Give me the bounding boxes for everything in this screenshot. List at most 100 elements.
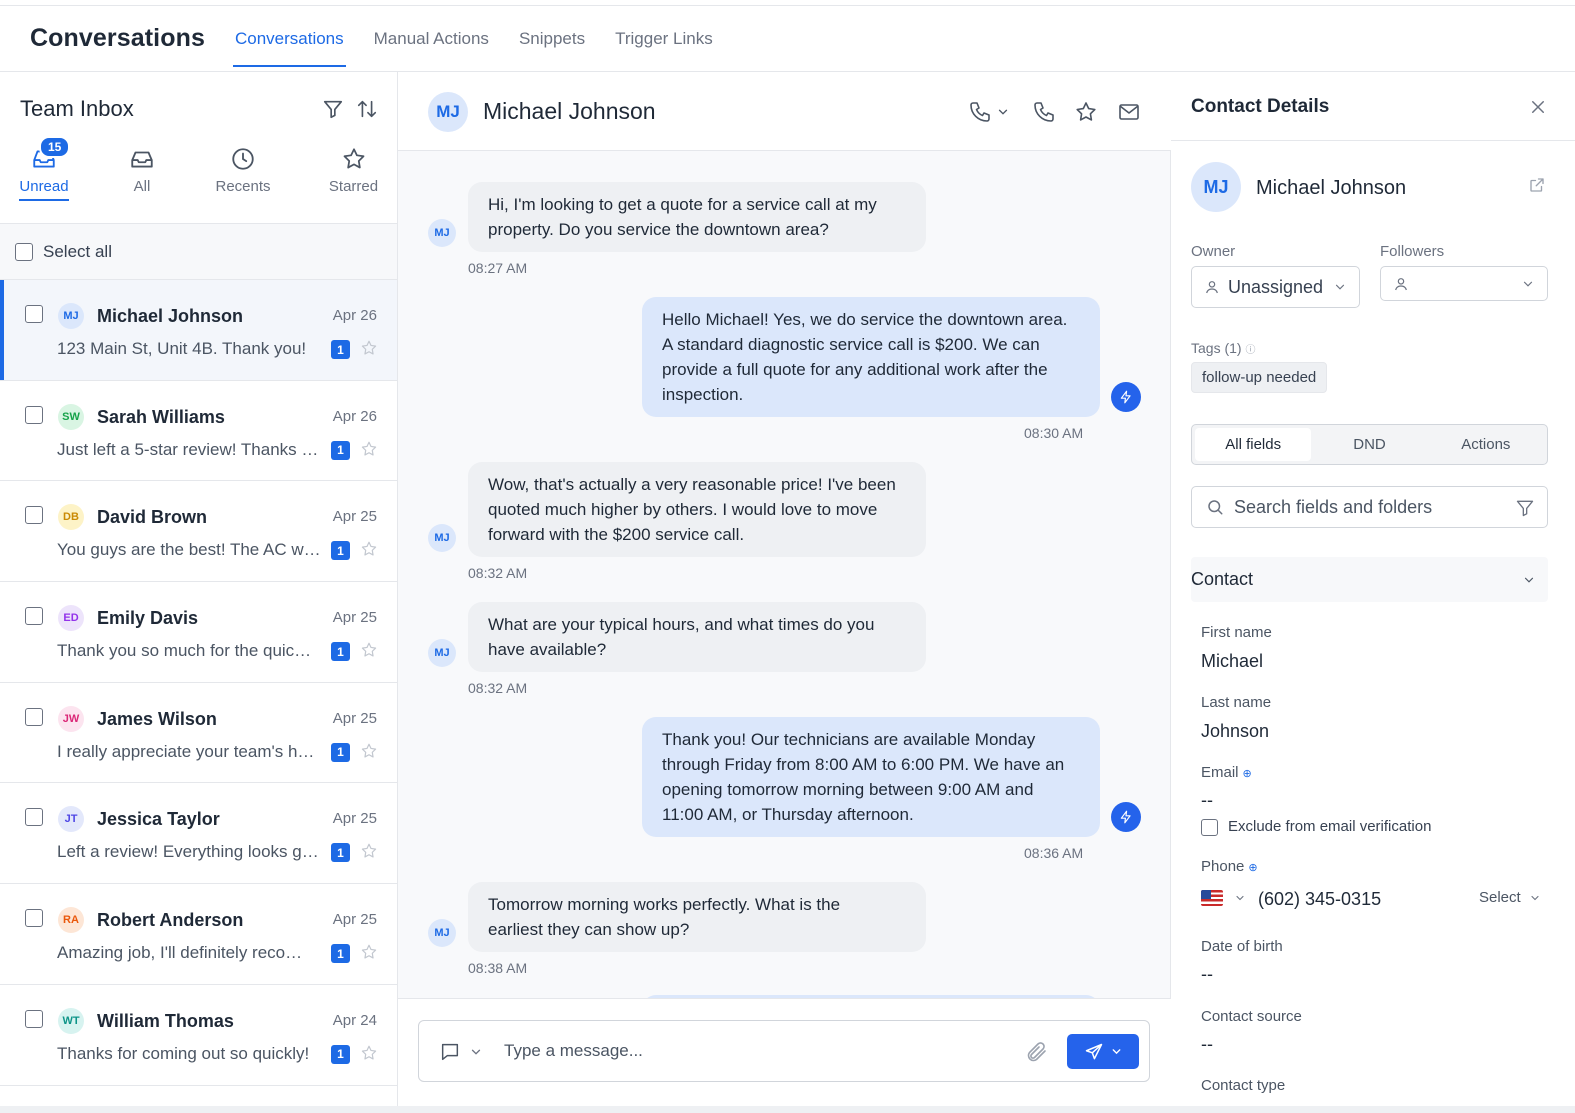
sort-icon[interactable] bbox=[356, 98, 378, 120]
chevron-down-icon bbox=[1523, 281, 1533, 287]
chevron-down-icon[interactable] bbox=[996, 105, 1010, 119]
star-icon[interactable] bbox=[360, 339, 378, 357]
phone-type-select[interactable]: Select bbox=[1479, 889, 1541, 906]
conversation-checkbox[interactable] bbox=[25, 1009, 43, 1028]
conversation-item[interactable]: JT Jessica Taylor Apr 25 Left a review! Eve… bbox=[0, 783, 397, 885]
message-input[interactable]: Type a message... bbox=[504, 1041, 643, 1061]
filter-icon[interactable] bbox=[1515, 498, 1535, 518]
add-icon: ⊕ bbox=[1248, 862, 1258, 874]
conversation-item[interactable]: ED Emily Davis Apr 25 Thank you so much for… bbox=[0, 582, 397, 683]
conversation-name: Sarah Williams bbox=[97, 406, 225, 427]
phone-dropdown-icon[interactable] bbox=[968, 100, 992, 124]
conversation-checkbox[interactable] bbox=[25, 305, 43, 323]
tab-manual-actions[interactable]: Manual Actions bbox=[358, 6, 503, 72]
star-icon[interactable] bbox=[360, 641, 378, 659]
automation-bolt-icon[interactable] bbox=[1111, 382, 1141, 412]
conversation-item[interactable]: DB David Brown Apr 25 You guys are the best… bbox=[0, 481, 397, 583]
email-value[interactable]: -- bbox=[1201, 790, 1213, 811]
us-flag-icon[interactable] bbox=[1201, 890, 1223, 906]
email-label: Email ⊕ bbox=[1201, 764, 1252, 781]
inbox-tray-icon bbox=[131, 151, 153, 168]
filter-recents[interactable]: Recents bbox=[212, 146, 274, 195]
contact-source-value[interactable]: -- bbox=[1201, 1034, 1213, 1055]
message-line: forward with the $200 service call. bbox=[488, 525, 745, 544]
paperclip-icon[interactable] bbox=[1025, 1040, 1049, 1064]
message-composer: Type a message... bbox=[418, 1020, 1150, 1082]
filter-icon[interactable] bbox=[322, 98, 344, 120]
filter-unread[interactable]: 15 Unread bbox=[19, 136, 71, 201]
message-line: Tomorrow morning works perfectly. What i… bbox=[488, 895, 841, 914]
tab-conversations[interactable]: Conversations bbox=[219, 6, 358, 72]
send-button[interactable] bbox=[1067, 1034, 1139, 1069]
star-icon[interactable] bbox=[360, 540, 378, 558]
unread-badge: 1 bbox=[331, 440, 350, 460]
segment-dnd[interactable]: DND bbox=[1311, 428, 1427, 461]
contact-avatar: MJ bbox=[1191, 162, 1241, 212]
contact-name: Michael Johnson bbox=[1256, 177, 1407, 199]
last-name-label: Last name bbox=[1201, 694, 1272, 711]
filter-all[interactable]: All bbox=[120, 146, 164, 195]
first-name-label: First name bbox=[1201, 624, 1272, 641]
tab-snippets[interactable]: Snippets bbox=[503, 6, 599, 72]
message-type-icon[interactable] bbox=[439, 1041, 461, 1063]
filter-starred[interactable]: Starred bbox=[325, 146, 382, 195]
star-icon[interactable] bbox=[360, 1044, 378, 1062]
unread-badge: 1 bbox=[331, 642, 350, 662]
tags-label: Tags (1) ⓘ bbox=[1191, 340, 1256, 356]
star-icon[interactable] bbox=[1074, 100, 1098, 124]
chevron-down-icon[interactable] bbox=[1234, 892, 1246, 904]
conversation-item[interactable]: RA Robert Anderson Apr 25 Amazing job, I'll… bbox=[0, 884, 397, 985]
followers-select[interactable] bbox=[1380, 266, 1548, 301]
star-icon[interactable] bbox=[360, 440, 378, 458]
close-icon[interactable] bbox=[1529, 98, 1547, 116]
conversation-checkbox[interactable] bbox=[25, 607, 43, 626]
conversation-checkbox[interactable] bbox=[25, 506, 43, 525]
conversation-name: Emily Davis bbox=[97, 608, 199, 629]
conversation-item[interactable]: SW Sarah Williams Apr 26 Just left a 5-star… bbox=[0, 381, 397, 482]
message-line: earliest they can show up? bbox=[488, 920, 690, 939]
avatar: MJ bbox=[428, 639, 456, 667]
unread-badge: 1 bbox=[331, 742, 350, 762]
unread-count-badge: 15 bbox=[39, 136, 71, 158]
fields-search-input[interactable]: Search fields and folders bbox=[1191, 486, 1548, 528]
segment-actions[interactable]: Actions bbox=[1428, 428, 1544, 461]
last-name-value[interactable]: Johnson bbox=[1201, 721, 1269, 742]
tag-chip[interactable]: follow-up needed bbox=[1191, 362, 1328, 393]
segment-all-fields[interactable]: All fields bbox=[1195, 428, 1312, 461]
conversation-item[interactable]: WT William Thomas Apr 24 Thanks for coming … bbox=[0, 985, 397, 1086]
star-icon[interactable] bbox=[360, 742, 378, 760]
conversation-checkbox[interactable] bbox=[25, 707, 43, 726]
clock-icon bbox=[232, 148, 254, 170]
contact-section-header[interactable]: Contact bbox=[1191, 557, 1548, 602]
call-icon[interactable] bbox=[1032, 100, 1056, 124]
unread-badge: 1 bbox=[331, 1044, 350, 1064]
conversation-item[interactable]: MJ Michael Johnson Apr 26 123 Main St, Unit… bbox=[0, 280, 397, 381]
first-name-value[interactable]: Michael bbox=[1201, 651, 1263, 672]
conversation-preview: Thanks for coming out so quickly! bbox=[57, 1043, 310, 1063]
dob-value[interactable]: -- bbox=[1201, 964, 1213, 985]
message-line: Thank you! Our technicians are available… bbox=[662, 730, 1036, 749]
incoming-message: Hi, I'm looking to get a quote for a ser… bbox=[468, 182, 926, 252]
conversation-checkbox[interactable] bbox=[25, 405, 43, 424]
tab-trigger-links[interactable]: Trigger Links bbox=[599, 6, 727, 72]
filter-starred-label: Starred bbox=[328, 178, 379, 195]
exclude-email-checkbox[interactable] bbox=[1201, 819, 1218, 836]
contact-details-title: Contact Details bbox=[1191, 96, 1330, 117]
phone-value[interactable]: (602) 345-0315 bbox=[1258, 889, 1381, 910]
search-icon bbox=[1208, 500, 1223, 515]
owner-select[interactable]: Unassigned bbox=[1191, 266, 1360, 308]
conversation-preview: Left a review! Everything looks g… bbox=[57, 842, 319, 862]
star-icon[interactable] bbox=[360, 842, 378, 860]
mail-icon[interactable] bbox=[1117, 100, 1141, 124]
conversation-checkbox[interactable] bbox=[25, 808, 43, 827]
conversation-item[interactable]: JW James Wilson Apr 25 I really appreciate … bbox=[0, 683, 397, 784]
conversation-date: Apr 25 bbox=[332, 609, 377, 627]
send-icon bbox=[1085, 1043, 1102, 1059]
conversation-checkbox[interactable] bbox=[25, 909, 43, 928]
external-link-icon[interactable] bbox=[1528, 176, 1546, 194]
chevron-down-icon[interactable] bbox=[469, 1045, 483, 1059]
automation-bolt-icon[interactable] bbox=[1111, 802, 1141, 832]
select-all-checkbox[interactable] bbox=[15, 242, 33, 261]
star-icon[interactable] bbox=[360, 943, 378, 961]
conversation-date: Apr 26 bbox=[332, 407, 377, 425]
